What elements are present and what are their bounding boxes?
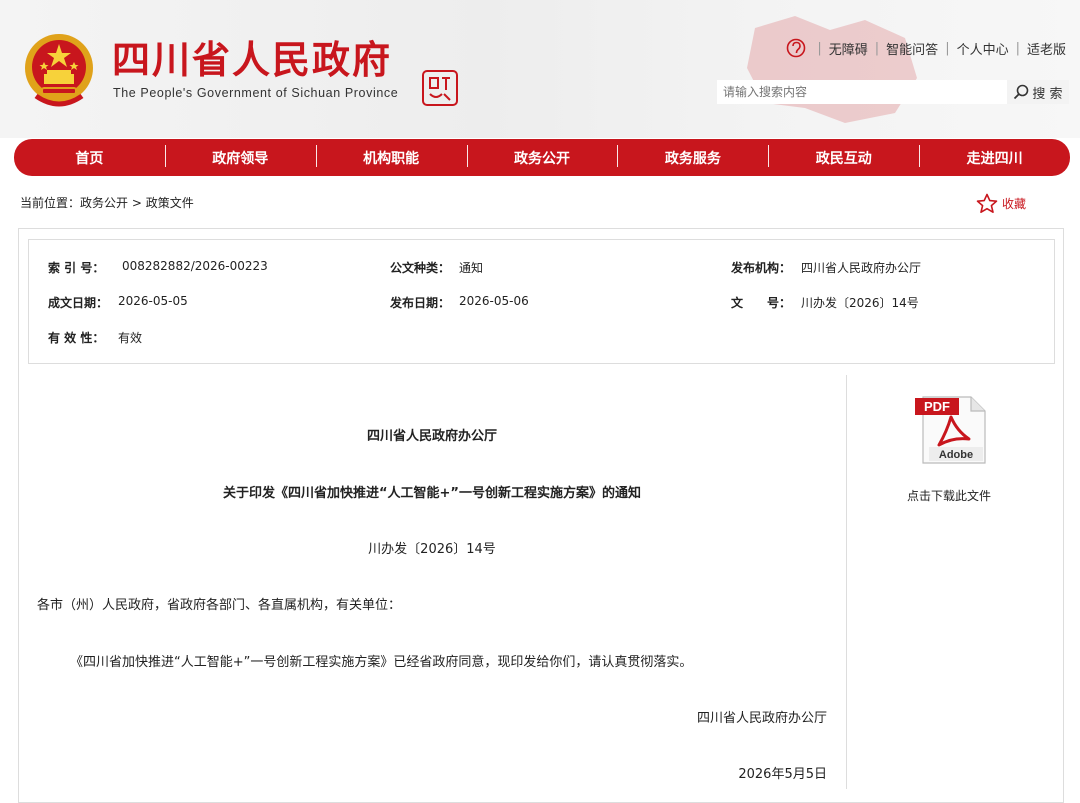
nav-item-services[interactable]: 政务服务 bbox=[617, 144, 768, 168]
adobe-icon-text: Adobe bbox=[939, 449, 973, 461]
index-label: 索 引 号： bbox=[48, 261, 105, 275]
index-value: 008282882/2026-00223 bbox=[122, 259, 268, 273]
main-nav: 首页 政府领导 机构职能 政务公开 政务服务 政民互动 走进四川 bbox=[14, 139, 1070, 176]
pdf-icon-text: PDF bbox=[924, 399, 950, 414]
article-title: 关于印发《四川省加快推进“人工智能+”一号创新工程实施方案》的通知 bbox=[223, 486, 641, 501]
search-button-label: 搜 索 bbox=[1032, 86, 1063, 102]
site-header: 四川省人民政府 The People's Government of Sichu… bbox=[0, 0, 1080, 138]
nav-item-leaders[interactable]: 政府领导 bbox=[164, 144, 316, 168]
content-divider bbox=[846, 375, 847, 789]
article-doc-number: 川办发〔2026〕14号 bbox=[368, 542, 496, 557]
breadcrumb-path[interactable]: 政务公开 > 政策文件 bbox=[80, 196, 194, 210]
national-emblem-icon bbox=[25, 34, 93, 107]
nav-item-about-sichuan[interactable]: 走进四川 bbox=[919, 144, 1070, 168]
pdf-download-icon[interactable]: PDF Adobe bbox=[913, 393, 989, 467]
search-icon bbox=[1014, 84, 1029, 100]
sichuan-map-watermark bbox=[747, 16, 917, 123]
nav-item-home[interactable]: 首页 bbox=[14, 148, 165, 168]
china-seal-icon bbox=[422, 70, 458, 106]
written-date-label: 成文日期： bbox=[48, 296, 109, 310]
publish-date-value: 2026-05-06 bbox=[459, 294, 529, 308]
article-body: 《四川省加快推进“人工智能+”一号创新工程实施方案》已经省政府同意，现印发给你们… bbox=[70, 655, 693, 670]
article-date: 2026年5月5日 bbox=[738, 767, 827, 782]
search-input[interactable] bbox=[717, 80, 1007, 104]
publish-date-label: 发布日期： bbox=[390, 296, 451, 310]
site-subtitle: The People's Government of Sichuan Provi… bbox=[113, 86, 399, 100]
top-link-elderly-version[interactable]: 适老版 bbox=[1027, 39, 1066, 58]
written-date-value: 2026-05-05 bbox=[118, 294, 188, 308]
accessibility-ear-icon[interactable] bbox=[786, 38, 806, 58]
doc-number-label: 文 号： bbox=[731, 296, 792, 310]
nav-item-institutions[interactable]: 机构职能 bbox=[315, 144, 467, 168]
article-signature: 四川省人民政府办公厅 bbox=[696, 711, 827, 726]
favorite-button[interactable]: 收藏 bbox=[976, 193, 1026, 214]
breadcrumb-prefix: 当前位置： bbox=[20, 196, 81, 210]
search-button[interactable]: 搜 索 bbox=[1007, 80, 1069, 104]
star-icon bbox=[976, 193, 998, 214]
top-links: | 无障碍 | 智能问答 | 个人中心 | 适老版 bbox=[786, 38, 1066, 58]
download-file-link[interactable]: 点击下载此文件 bbox=[848, 487, 1050, 504]
favorite-label: 收藏 bbox=[1002, 197, 1027, 211]
document-info-table: 索 引 号： 008282882/2026-00223 公文种类： 通知 发布机… bbox=[28, 239, 1055, 364]
nav-item-government-affairs[interactable]: 政务公开 bbox=[466, 144, 618, 168]
search-bar: 搜 索 bbox=[717, 80, 1069, 104]
top-link-personal-center[interactable]: 个人中心 bbox=[957, 39, 1009, 58]
org-label: 发布机构： bbox=[731, 261, 792, 275]
type-label: 公文种类： bbox=[390, 261, 451, 275]
validity-value: 有效 bbox=[118, 331, 143, 345]
type-value: 通知 bbox=[459, 261, 484, 275]
doc-number-value: 川办发〔2026〕14号 bbox=[801, 296, 919, 310]
org-value: 四川省人民政府办公厅 bbox=[801, 261, 922, 275]
article-addressee: 各市（州）人民政府，省政府各部门、各直属机构，有关单位： bbox=[37, 598, 402, 613]
top-link-smart-qa[interactable]: 智能问答 bbox=[886, 39, 938, 58]
nav-item-interaction[interactable]: 政民互动 bbox=[768, 144, 919, 168]
article-issuer: 四川省人民政府办公厅 bbox=[366, 429, 497, 444]
site-title: 四川省人民政府 bbox=[112, 37, 393, 82]
top-link-accessibility[interactable]: 无障碍 bbox=[829, 39, 868, 58]
validity-label: 有 效 性： bbox=[48, 331, 105, 345]
breadcrumb: 当前位置：政务公开 > 政策文件 bbox=[20, 194, 194, 211]
